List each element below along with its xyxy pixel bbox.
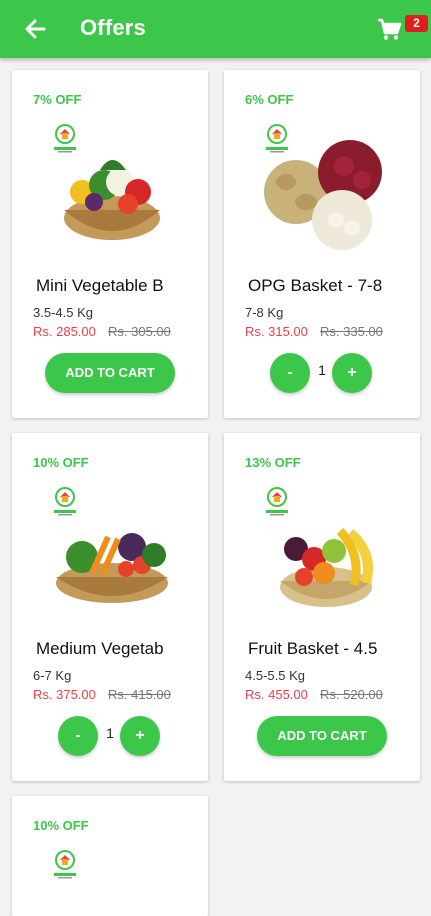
add-to-cart-button[interactable]: ADD TO CART <box>257 716 387 756</box>
product-card[interactable]: 6% OFF OPG Basket - 7-8 7-8 Kg Rs. 315.0… <box>224 70 420 418</box>
store-logo <box>54 850 76 879</box>
discount-label: 10% OFF <box>33 818 89 833</box>
app-bar: Offers 2 <box>0 0 431 58</box>
product-price: Rs. 285.00 <box>33 324 96 339</box>
discount-label: 7% OFF <box>33 92 82 107</box>
product-price: Rs. 375.00 <box>33 687 96 702</box>
discount-label: 6% OFF <box>245 92 294 107</box>
product-weight: 4.5-5.5 Kg <box>245 668 305 683</box>
product-name: OPG Basket - 7-8 <box>248 276 383 295</box>
product-card[interactable]: 10% OFF <box>12 796 208 916</box>
product-card[interactable]: 13% OFF Fruit Basket - 4.5 4.5-5.5 Kg Rs… <box>224 433 420 781</box>
arrow-left-icon <box>25 19 46 39</box>
product-price: Rs. 315.00 <box>245 324 308 339</box>
discount-label: 10% OFF <box>33 455 89 470</box>
cart-count-badge: 2 <box>405 15 428 32</box>
back-button[interactable] <box>20 14 50 44</box>
product-weight: 6-7 Kg <box>33 668 72 683</box>
product-old-price: Rs. 415.00 <box>108 687 171 702</box>
fruit-basket-image <box>280 527 373 607</box>
product-weight: 7-8 Kg <box>245 305 284 320</box>
product-old-price: Rs. 335.00 <box>320 324 383 339</box>
product-card[interactable]: 10% OFF Medium Vegetab 6-7 Kg Rs. 375.00… <box>12 433 208 781</box>
product-card[interactable]: 7% OFF Mini Vegetable B 3.5-4.5 Kg Rs. 2… <box>12 70 208 418</box>
product-old-price: Rs. 520.00 <box>320 687 383 702</box>
onion-potato-garlic-image <box>264 140 382 250</box>
quantity-value: 1 <box>106 725 114 741</box>
decrease-quantity-button[interactable]: - <box>270 353 310 393</box>
product-name: Fruit Basket - 4.5 <box>248 639 378 658</box>
product-weight: 3.5-4.5 Kg <box>33 305 93 320</box>
increase-quantity-button[interactable]: + <box>120 716 160 756</box>
increase-quantity-button[interactable]: + <box>332 353 372 393</box>
decrease-quantity-button[interactable]: - <box>58 716 98 756</box>
quantity-value: 1 <box>318 362 326 378</box>
product-price: Rs. 455.00 <box>245 687 308 702</box>
page-title: Offers <box>80 15 146 40</box>
product-old-price: Rs. 305.00 <box>108 324 171 339</box>
discount-label: 13% OFF <box>245 455 301 470</box>
product-name: Mini Vegetable B <box>36 276 164 295</box>
shopping-cart-icon <box>378 18 402 40</box>
product-name: Medium Vegetab <box>36 639 164 658</box>
vegetable-basket-image <box>64 160 160 240</box>
cart-button[interactable] <box>376 16 402 42</box>
vegetable-basket-image <box>56 533 168 603</box>
add-to-cart-button[interactable]: ADD TO CART <box>45 353 175 393</box>
